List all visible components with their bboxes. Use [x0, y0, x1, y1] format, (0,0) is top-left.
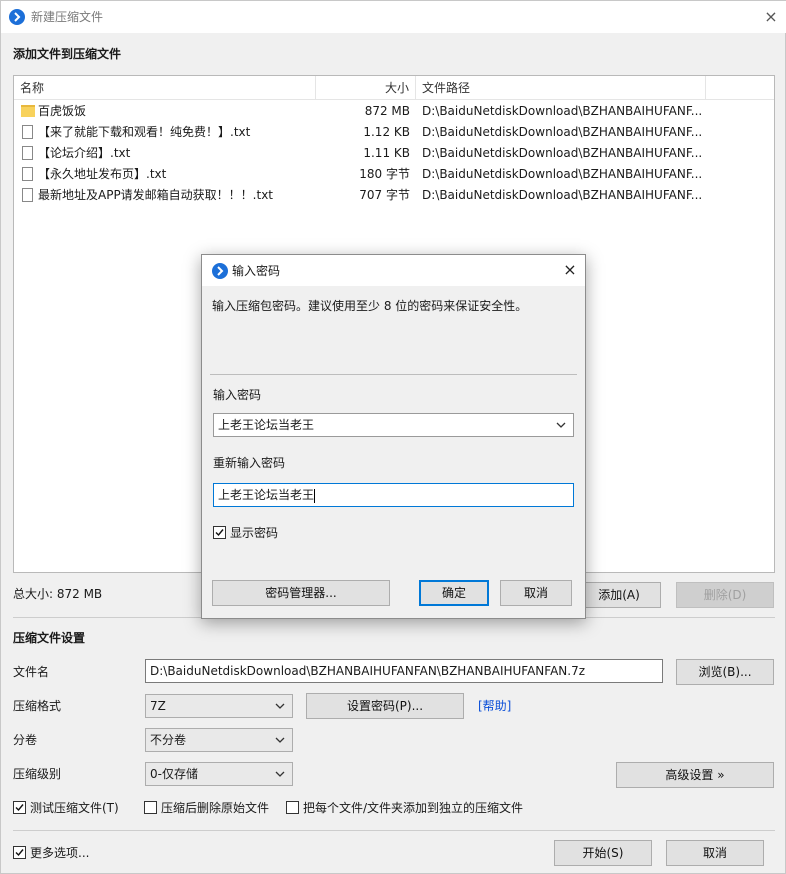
format-select[interactable]: 7Z [145, 694, 293, 718]
delete-after-label[interactable]: 压缩后删除原始文件 [161, 800, 269, 816]
document-icon [22, 167, 33, 181]
more-options-checkbox[interactable] [13, 846, 26, 859]
close-icon[interactable]: × [560, 260, 580, 280]
filename-input[interactable]: D:\BaiduNetdiskDownload\BZHANBAIHUFANFAN… [145, 659, 663, 683]
file-size: 707 字节 [359, 188, 410, 202]
ok-button[interactable]: 确定 [419, 580, 489, 606]
dialog-title: 输入密码 [232, 264, 281, 278]
confirm-password-label: 重新输入密码 [213, 456, 286, 470]
delete-after-checkbox[interactable] [144, 801, 157, 814]
format-value: 7Z [150, 699, 166, 713]
file-name: 【来了就能下载和观看！纯免费！】.txt [38, 125, 251, 139]
split-value: 不分卷 [150, 733, 187, 747]
test-archive-checkbox[interactable] [13, 801, 26, 814]
add-files-button[interactable]: 添加(A) [577, 582, 661, 608]
dialog-description: 输入压缩包密码。建议使用至少 8 位的密码来保证安全性。 [212, 299, 528, 313]
column-header-path[interactable]: 文件路径 [416, 76, 706, 100]
file-path: D:\BaiduNetdiskDownload\BZHANBAIHUFANF..… [422, 167, 703, 181]
password-dialog: 输入密码 × 输入压缩包密码。建议使用至少 8 位的密码来保证安全性。 输入密码… [201, 254, 586, 619]
show-password-checkbox[interactable] [213, 526, 226, 539]
file-path: D:\BaiduNetdiskDownload\BZHANBAIHUFANF..… [422, 104, 703, 118]
divider [13, 830, 775, 831]
separate-archives-label[interactable]: 把每个文件/文件夹添加到独立的压缩文件 [303, 800, 523, 816]
level-label: 压缩级别 [13, 767, 62, 781]
dialog-titlebar[interactable]: 输入密码 × [202, 255, 585, 286]
file-name: 【论坛介绍】.txt [38, 146, 131, 160]
password-manager-button[interactable]: 密码管理器... [212, 580, 390, 606]
divider [210, 374, 577, 375]
confirm-password-value: 上老王论坛当老王 [218, 488, 315, 502]
chevron-down-icon [275, 771, 285, 777]
check-icon [15, 804, 24, 812]
delete-files-button[interactable]: 删除(D) [676, 582, 774, 608]
app-logo-icon [212, 263, 228, 279]
file-row[interactable]: 最新地址及APP请发邮箱自动获取！！！.txt 707 字节 D:\BaiduN… [14, 185, 774, 206]
password-value: 上老王论坛当老王 [218, 418, 315, 432]
format-label: 压缩格式 [13, 699, 62, 713]
files-section-heading: 添加文件到压缩文件 [13, 47, 122, 61]
more-options-label[interactable]: 更多选项... [30, 845, 89, 861]
column-header-size[interactable]: 大小 [316, 76, 416, 100]
text-cursor [314, 488, 316, 503]
level-value: 0-仅存储 [150, 767, 198, 781]
file-name: 最新地址及APP请发邮箱自动获取！！！.txt [38, 188, 274, 202]
settings-heading: 压缩文件设置 [13, 631, 86, 645]
check-icon [215, 529, 224, 537]
cancel-button[interactable]: 取消 [666, 840, 764, 866]
start-button[interactable]: 开始(S) [554, 840, 652, 866]
filename-label: 文件名 [13, 665, 50, 679]
chevron-down-icon [275, 703, 285, 709]
window-title: 新建压缩文件 [31, 10, 104, 24]
show-password-label[interactable]: 显示密码 [230, 525, 278, 541]
close-icon[interactable]: × [761, 7, 781, 27]
file-list-header: 名称 大小 文件路径 [14, 76, 774, 100]
file-size: 1.11 KB [363, 146, 410, 160]
split-label: 分卷 [13, 733, 38, 747]
file-row[interactable]: 百虎饭饭 872 MB D:\BaiduNetdiskDownload\BZHA… [14, 101, 774, 122]
file-name: 【永久地址发布页】.txt [38, 167, 167, 181]
separate-archives-checkbox[interactable] [286, 801, 299, 814]
document-icon [22, 188, 33, 202]
window-titlebar[interactable]: 新建压缩文件 × [1, 1, 786, 33]
file-path: D:\BaiduNetdiskDownload\BZHANBAIHUFANF..… [422, 146, 703, 160]
confirm-password-input[interactable]: 上老王论坛当老王 [213, 483, 574, 507]
file-path: D:\BaiduNetdiskDownload\BZHANBAIHUFANF..… [422, 188, 703, 202]
total-size: 总大小: 872 MB [13, 587, 103, 601]
chevron-down-icon[interactable] [555, 418, 567, 432]
document-icon [22, 146, 33, 160]
chevron-down-icon [275, 737, 285, 743]
level-select[interactable]: 0-仅存储 [145, 762, 293, 786]
advanced-settings-button[interactable]: 高级设置 » [616, 762, 774, 788]
file-row[interactable]: 【永久地址发布页】.txt 180 字节 D:\BaiduNetdiskDown… [14, 164, 774, 185]
file-row[interactable]: 【来了就能下载和观看！纯免费！】.txt 1.12 KB D:\BaiduNet… [14, 122, 774, 143]
browse-button[interactable]: 浏览(B)... [676, 659, 774, 685]
file-size: 1.12 KB [363, 125, 410, 139]
check-icon [15, 849, 24, 857]
file-name: 百虎饭饭 [38, 104, 87, 118]
split-select[interactable]: 不分卷 [145, 728, 293, 752]
set-password-button[interactable]: 设置密码(P)... [306, 693, 464, 719]
document-icon [22, 125, 33, 139]
file-path: D:\BaiduNetdiskDownload\BZHANBAIHUFANF..… [422, 125, 703, 139]
file-row[interactable]: 【论坛介绍】.txt 1.11 KB D:\BaiduNetdiskDownlo… [14, 143, 774, 164]
help-link[interactable]: [帮助] [478, 698, 511, 714]
password-input[interactable]: 上老王论坛当老王 [213, 413, 574, 437]
file-size: 180 字节 [359, 167, 410, 181]
app-logo-icon [9, 9, 25, 25]
folder-icon [21, 105, 35, 117]
test-archive-label[interactable]: 测试压缩文件(T) [30, 800, 119, 816]
dialog-cancel-button[interactable]: 取消 [500, 580, 572, 606]
password-label: 输入密码 [213, 388, 262, 402]
file-size: 872 MB [364, 104, 410, 118]
column-header-name[interactable]: 名称 [14, 76, 316, 100]
